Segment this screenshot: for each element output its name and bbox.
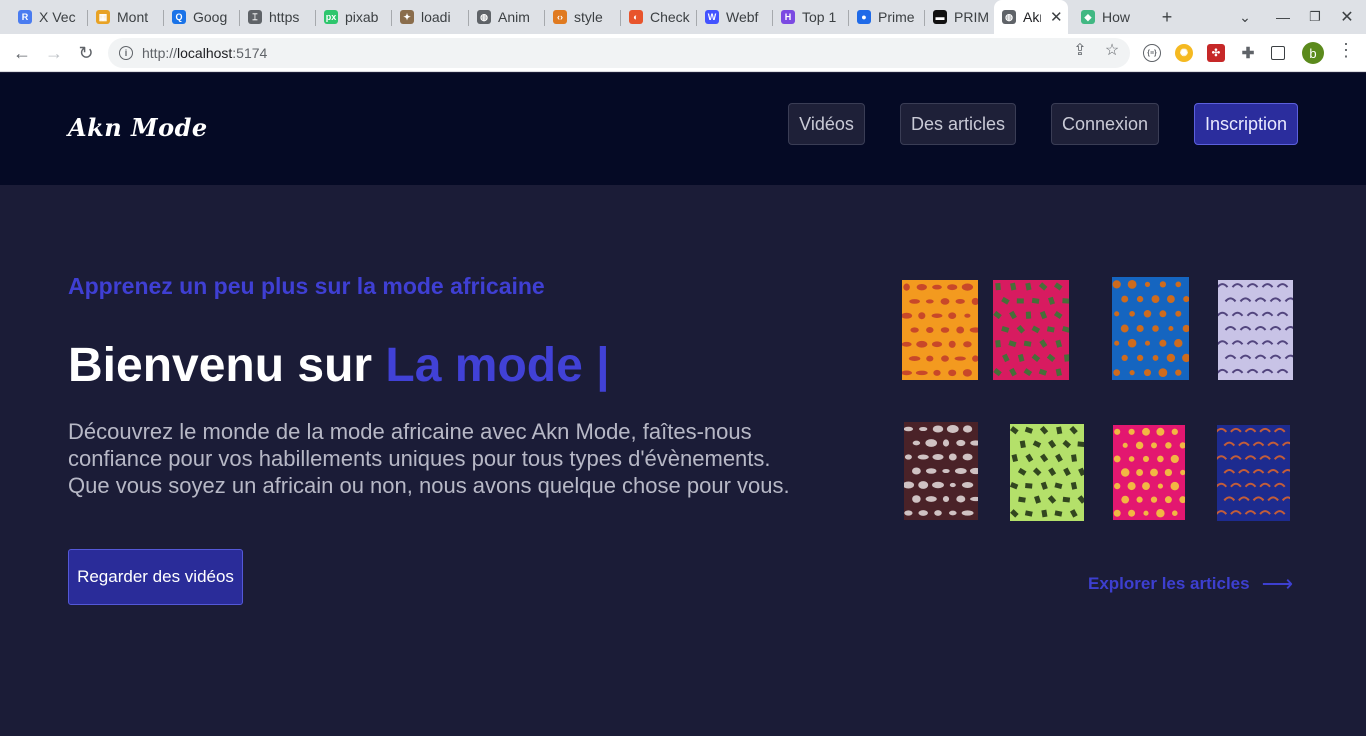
browser-tab[interactable]: R X Vec	[10, 4, 88, 30]
site-header: Akn Mode Vidéos Des articles Connexion I…	[0, 73, 1366, 185]
browser-tab[interactable]: ‹› style	[545, 4, 621, 30]
tab-title: Mont	[117, 9, 149, 25]
url-scheme: http://	[142, 45, 178, 61]
browser-tab[interactable]: ▬ PRIM	[925, 4, 994, 30]
tab-title: Goog	[193, 9, 228, 25]
tab-favicon-icon: ▬	[933, 10, 947, 24]
fabric-pink-yellow-wax	[1113, 425, 1185, 520]
browser-tabstrip: + ⌄ — ❐ ✕ RX Vec ▦ Mont Q Goog ⌶ https px pixab ✦…	[0, 0, 1366, 34]
tab-title: Webf	[726, 9, 759, 25]
nav-videos[interactable]: Vidéos	[788, 103, 865, 145]
fabric-green-pink-wax	[993, 280, 1069, 380]
forward-arrow-icon[interactable]: →	[43, 42, 65, 64]
hero-eyebrow: Apprenez un peu plus sur la mode africai…	[68, 273, 545, 299]
sun-extension-icon[interactable]: ✺	[1175, 44, 1193, 62]
new-tab-button[interactable]: +	[1155, 5, 1179, 29]
share-icon[interactable]: ⇪	[1071, 41, 1089, 59]
restore-window-icon[interactable]: ❐	[1304, 5, 1326, 29]
tab-favicon-icon: ‹›	[553, 10, 567, 24]
tab-title: PRIM	[954, 9, 989, 25]
tab-favicon-icon: W	[705, 10, 719, 24]
url-port: :5174	[232, 45, 268, 61]
hero-headline: Bienvenu sur La mode |	[68, 338, 610, 393]
hero-description: Découvrez le monde de la mode africaine …	[68, 419, 790, 498]
browser-tab[interactable]: ◐ Check	[621, 4, 697, 30]
tab-title: X Vec	[39, 9, 76, 25]
nav-articles[interactable]: Des articles	[900, 103, 1016, 145]
headline-prefix: Bienvenu sur	[68, 339, 386, 392]
tab-title: Top 1	[802, 9, 837, 25]
browser-tab[interactable]: ● Prime	[849, 4, 925, 30]
extensions-puzzle-icon[interactable]: ✚	[1239, 44, 1257, 62]
close-window-icon[interactable]: ✕	[1336, 5, 1358, 29]
tab-favicon-icon: ✦	[400, 10, 414, 24]
puzzle-red-extension-icon[interactable]: ✣	[1207, 44, 1225, 62]
bookmark-star-icon[interactable]: ☆	[1103, 41, 1121, 59]
fabric-green-eyes-wax	[1010, 424, 1084, 521]
nav-login[interactable]: Connexion	[1051, 103, 1159, 145]
tab-title: loadi	[421, 9, 451, 25]
browser-menu-icon[interactable]: ⋮	[1337, 40, 1355, 60]
site-info-icon[interactable]: i	[119, 46, 133, 60]
browser-tab[interactable]: ✦ loadi	[392, 4, 469, 30]
explore-label: Explorer les articles	[1088, 574, 1250, 593]
close-tab-icon[interactable]: ✕	[1050, 8, 1063, 26]
tab-title: Prime	[878, 9, 915, 25]
page-viewport: Akn Mode Vidéos Des articles Connexion I…	[0, 73, 1366, 736]
minimize-window-icon[interactable]: —	[1272, 5, 1294, 29]
browser-tab[interactable]: ◍ Anim	[469, 4, 545, 30]
browser-tab[interactable]: W Webf	[697, 4, 773, 30]
tab-search-chevron-icon[interactable]: ⌄	[1234, 5, 1256, 29]
tab-title: Check	[650, 9, 690, 25]
tab-title: style	[574, 9, 603, 25]
explore-articles-link[interactable]: Explorer les articles ⟶	[1088, 571, 1293, 597]
fabric-brown-white-wax	[904, 422, 978, 520]
address-bar[interactable]: i http://localhost:5174	[108, 38, 1130, 68]
profile-avatar[interactable]: b	[1302, 42, 1324, 64]
headline-accent: La mode |	[385, 339, 610, 392]
fabric-lilac-dots-wax	[1218, 280, 1293, 380]
url-host: localhost	[177, 45, 233, 61]
tab-favicon-icon: px	[324, 10, 338, 24]
tab-favicon-icon: ◍	[477, 10, 491, 24]
tab-title: pixab	[345, 9, 379, 25]
tab-favicon-icon: ▦	[96, 10, 110, 24]
browser-tab[interactable]: px pixab	[316, 4, 392, 30]
tab-title: How	[1102, 9, 1131, 25]
url-text[interactable]: http://localhost:5174	[142, 45, 267, 61]
browser-tab[interactable]: Q Goog	[164, 4, 240, 30]
tab-favicon-icon: ⌶	[248, 10, 262, 24]
tab-favicon-icon: ◍	[1002, 10, 1016, 24]
tab-favicon-icon: Q	[172, 10, 186, 24]
browser-tab[interactable]: ▦ Mont	[88, 4, 164, 30]
tab-favicon-icon: ◐	[629, 10, 643, 24]
tab-favicon-icon: H	[781, 10, 795, 24]
tab-title: Anim	[498, 9, 530, 25]
reload-icon[interactable]: ↻	[75, 42, 97, 64]
tab-title: Akn	[1023, 9, 1041, 25]
site-logo[interactable]: Akn Mode	[68, 113, 208, 142]
browser-tab[interactable]: ⌶ https	[240, 4, 316, 30]
tab-favicon-icon: ◆	[1081, 10, 1095, 24]
fabric-orange-wax	[902, 280, 978, 380]
nav-signup[interactable]: Inscription	[1194, 103, 1298, 145]
tab-favicon-icon: ●	[857, 10, 871, 24]
tab-title: https	[269, 9, 300, 25]
browser-tab[interactable]: H Top 1	[773, 4, 849, 30]
back-arrow-icon[interactable]: ←	[11, 42, 33, 64]
json-extension-icon[interactable]: {≡}	[1143, 44, 1161, 62]
fabric-navy-orange-wax	[1217, 425, 1290, 521]
arrow-right-icon: ⟶	[1261, 571, 1294, 596]
watch-videos-button[interactable]: Regarder des vidéos	[68, 549, 243, 605]
tab-favicon-icon: R	[18, 10, 32, 24]
browser-tab[interactable]: ◆ How	[1073, 4, 1147, 30]
side-panel-icon[interactable]	[1271, 46, 1285, 60]
fabric-blue-orange-wax	[1112, 277, 1189, 380]
browser-toolbar: ← → ↻ i http://localhost:5174 ⇪ ☆ {≡} ✺ …	[0, 34, 1366, 72]
browser-tab[interactable]: ◍ Akn ✕	[994, 0, 1068, 34]
